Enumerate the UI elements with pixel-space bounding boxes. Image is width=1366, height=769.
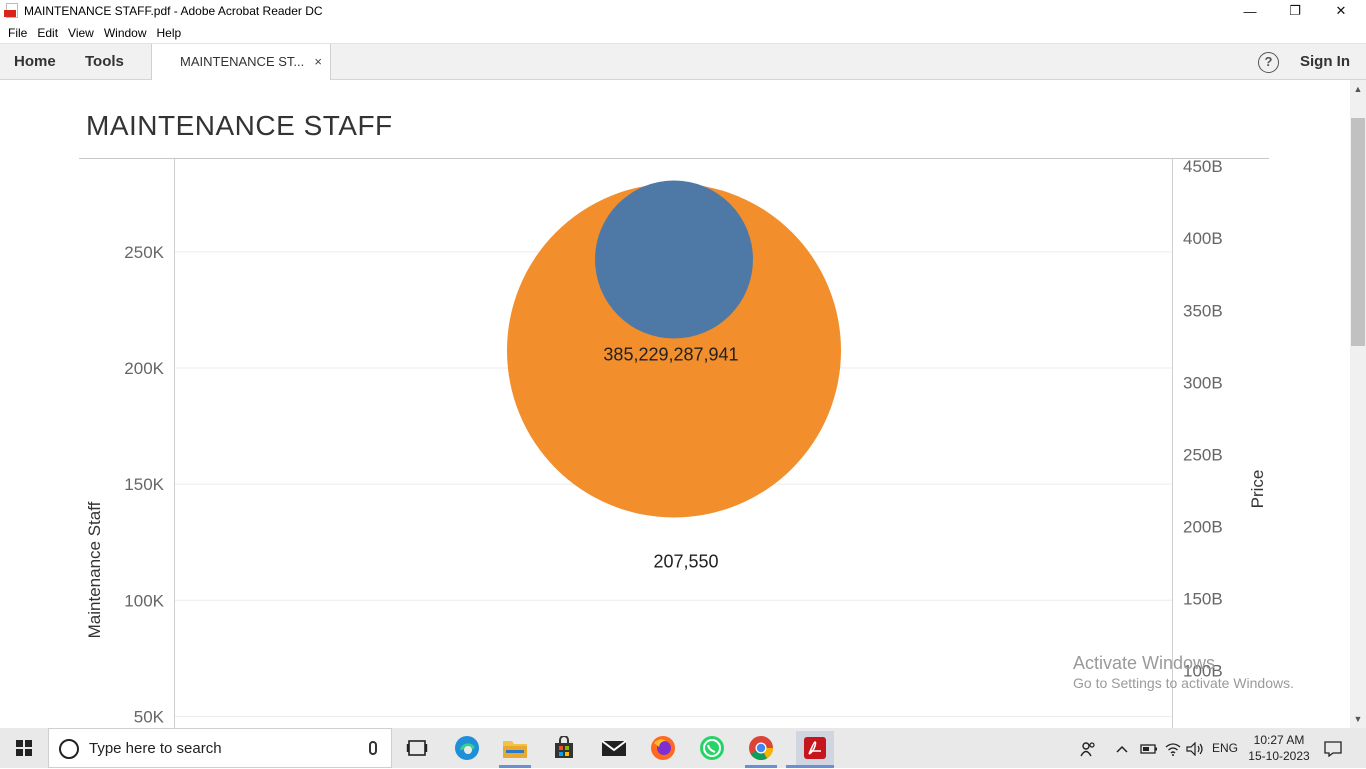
clock[interactable]: 10:27 AM 15-10-2023: [1248, 732, 1310, 764]
menu-view[interactable]: View: [68, 26, 94, 40]
window-title: MAINTENANCE STAFF.pdf - Adobe Acrobat Re…: [24, 4, 323, 18]
vertical-scrollbar[interactable]: ▲ ▼: [1350, 80, 1366, 728]
acrobat-pdf-icon: [4, 3, 20, 19]
minimize-button[interactable]: —: [1227, 0, 1273, 22]
search-placeholder: Type here to search: [89, 740, 222, 757]
clock-time: 10:27 AM: [1253, 733, 1305, 747]
y-axis-label: Maintenance Staff: [85, 501, 104, 638]
sign-in-button[interactable]: Sign In: [1300, 44, 1350, 80]
scroll-down-arrow-icon[interactable]: ▼: [1350, 710, 1366, 728]
mail-icon[interactable]: [600, 734, 628, 762]
document-view[interactable]: MAINTENANCE STAFF 250K 200K 150K 100K 50K 45…: [0, 80, 1350, 728]
people-icon[interactable]: [1080, 728, 1096, 768]
menu-edit[interactable]: Edit: [37, 26, 58, 40]
chart: 250K 200K 150K 100K 50K 450B 400B 350B 300B 250B…: [85, 157, 1267, 728]
activate-windows-watermark: Activate Windows Go to Settings to activ…: [1073, 652, 1294, 692]
help-icon[interactable]: ?: [1258, 52, 1279, 73]
windows-logo-icon: [16, 740, 32, 756]
y2-tick-label: 200B: [1183, 517, 1223, 536]
document-tab-label: MAINTENANCE ST...: [180, 54, 305, 69]
y2-tick-label: 350B: [1183, 301, 1223, 320]
whatsapp-icon[interactable]: [698, 734, 726, 762]
scroll-thumb[interactable]: [1351, 118, 1365, 346]
tab-bar: Home Tools MAINTENANCE ST... × ? Sign In: [0, 43, 1366, 80]
y2-axis-label: Price: [1248, 470, 1267, 509]
y2-tick-label: 150B: [1183, 589, 1223, 608]
tab-tools[interactable]: Tools: [85, 44, 124, 80]
notifications-icon[interactable]: [1324, 728, 1342, 768]
y-tick-label: 250K: [124, 243, 164, 262]
close-window-button[interactable]: ✕: [1318, 0, 1364, 22]
chart-marks: 385,229,287,941 207,550: [507, 180, 841, 571]
wifi-icon[interactable]: [1165, 728, 1181, 768]
edge-browser-icon[interactable]: [453, 734, 481, 762]
title-bar: MAINTENANCE STAFF.pdf - Adobe Acrobat Re…: [0, 0, 1366, 22]
watermark-line-2: Go to Settings to activate Windows.: [1073, 675, 1294, 691]
y-tick-label: 100K: [124, 591, 164, 610]
microphone-icon[interactable]: [369, 741, 377, 755]
y2-tick-label: 300B: [1183, 373, 1223, 392]
tab-document[interactable]: MAINTENANCE ST... ×: [151, 44, 331, 80]
watermark-line-1: Activate Windows: [1073, 653, 1216, 673]
tab-home[interactable]: Home: [14, 44, 56, 80]
y-axis-ticks: 250K 200K 150K 100K 50K: [124, 243, 164, 726]
maintenance-staff-data-label: 207,550: [653, 551, 718, 571]
y2-tick-label: 450B: [1183, 157, 1223, 176]
taskbar-search[interactable]: Type here to search: [48, 728, 392, 768]
y-tick-label: 50K: [134, 707, 165, 726]
y2-tick-label: 250B: [1183, 445, 1223, 464]
menu-bar: File Edit View Window Help: [0, 22, 1366, 43]
show-hidden-icons-chevron-icon[interactable]: [1116, 728, 1128, 768]
price-bubble: [595, 180, 753, 339]
taskbar: Type here to search ENG 10:27 AM 15-10-2…: [0, 728, 1366, 768]
chrome-icon[interactable]: [747, 734, 775, 762]
clock-date: 15-10-2023: [1248, 749, 1310, 763]
y2-axis-ticks: 450B400B350B300B250B200B150B100B: [1183, 157, 1223, 680]
menu-file[interactable]: File: [8, 26, 27, 40]
menu-help[interactable]: Help: [157, 26, 182, 40]
restore-button[interactable]: ❐: [1272, 0, 1318, 22]
volume-icon[interactable]: [1186, 728, 1204, 768]
scroll-up-arrow-icon[interactable]: ▲: [1350, 80, 1366, 98]
firefox-icon[interactable]: [649, 734, 677, 762]
search-icon: [59, 739, 79, 759]
y2-tick-label: 400B: [1183, 229, 1223, 248]
menu-window[interactable]: Window: [104, 26, 147, 40]
acrobat-taskbar-icon[interactable]: [796, 731, 834, 765]
language-indicator[interactable]: ENG: [1212, 728, 1238, 768]
file-explorer-icon[interactable]: [501, 734, 529, 762]
store-icon[interactable]: [550, 734, 578, 762]
start-button[interactable]: [0, 728, 48, 768]
battery-icon[interactable]: [1140, 728, 1158, 768]
close-tab-icon[interactable]: ×: [314, 44, 322, 80]
price-data-label: 385,229,287,941: [603, 345, 738, 365]
y-tick-label: 200K: [124, 359, 164, 378]
y-tick-label: 150K: [124, 475, 164, 494]
task-view-icon[interactable]: [403, 734, 431, 762]
